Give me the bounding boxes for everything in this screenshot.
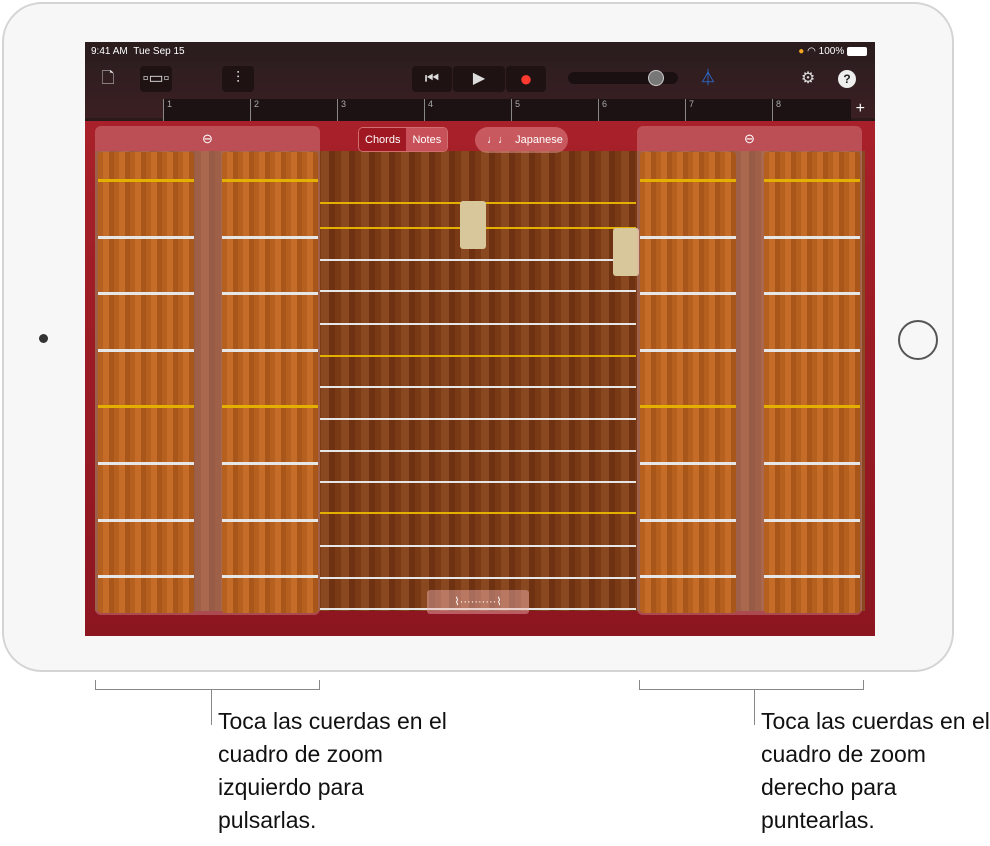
zoom-string[interactable] xyxy=(764,519,860,522)
zoom-string[interactable] xyxy=(98,575,194,578)
zoom-string[interactable] xyxy=(222,236,318,239)
zoom-string[interactable] xyxy=(764,575,860,578)
zoom-string[interactable] xyxy=(98,519,194,522)
battery-level: 100% xyxy=(818,46,845,57)
document-icon[interactable]: 🗋 xyxy=(95,66,121,92)
left-zoom-column xyxy=(98,152,194,613)
koto-bridge[interactable] xyxy=(460,201,486,249)
wifi-icon: ◠ xyxy=(807,46,816,57)
ruler-bar-6: 6 xyxy=(598,99,607,121)
ruler-bar-1: 1 xyxy=(163,99,172,121)
vibrato-control[interactable]: ⌇··········⌇ xyxy=(427,590,529,614)
ruler-bar-3: 3 xyxy=(337,99,346,121)
battery-icon xyxy=(847,46,867,56)
koto-string[interactable] xyxy=(320,545,636,547)
ruler-bar-8: 8 xyxy=(772,99,781,121)
zoom-string[interactable] xyxy=(98,236,194,239)
zoom-string[interactable] xyxy=(222,349,318,352)
settings-icon[interactable]: ⚙ xyxy=(795,66,821,92)
zoom-string[interactable] xyxy=(98,179,194,182)
zoom-string[interactable] xyxy=(222,519,318,522)
camera xyxy=(39,334,48,343)
zoom-string[interactable] xyxy=(222,292,318,295)
garageband-screen: 9:41 AM Tue Sep 15 ● ︎◠ 100% 🗋 ▫▭▫ ⫶ ⏮ ▶… xyxy=(85,42,875,636)
left-caption: Toca las cuerdas en el cuadro de zoom iz… xyxy=(218,708,447,833)
play-button[interactable]: ▶ xyxy=(453,66,505,92)
zoom-string[interactable] xyxy=(764,349,860,352)
zoom-string[interactable] xyxy=(98,292,194,295)
zoom-string[interactable] xyxy=(764,292,860,295)
right-bracket xyxy=(639,680,864,690)
right-zoom-column xyxy=(640,152,736,613)
ruler-bar-7: 7 xyxy=(685,99,694,121)
zoom-string[interactable] xyxy=(640,292,736,295)
chords-notes-toggle: Chords Notes xyxy=(358,127,449,152)
zoom-string[interactable] xyxy=(764,236,860,239)
koto-string[interactable] xyxy=(320,481,636,483)
zoom-string[interactable] xyxy=(222,405,318,408)
zoom-string[interactable] xyxy=(640,519,736,522)
zoom-string[interactable] xyxy=(764,179,860,182)
zoom-out-icon[interactable]: ⊖ xyxy=(637,131,862,147)
ruler-bar-4: 4 xyxy=(424,99,433,121)
record-button[interactable]: ● xyxy=(506,66,546,92)
volume-slider[interactable] xyxy=(568,70,678,86)
notes-icon: ♩♩ xyxy=(487,134,509,146)
zoom-string[interactable] xyxy=(640,462,736,465)
add-section-button[interactable]: + xyxy=(856,100,865,118)
zoom-string[interactable] xyxy=(222,462,318,465)
koto-string[interactable] xyxy=(320,386,636,388)
left-zoom-column xyxy=(222,152,318,613)
left-callout-line xyxy=(211,690,212,725)
zoom-string[interactable] xyxy=(640,236,736,239)
right-zoom-column xyxy=(764,152,860,613)
notes-tab[interactable]: Notes xyxy=(406,128,448,151)
chords-tab[interactable]: Chords xyxy=(359,128,407,151)
zoom-string[interactable] xyxy=(640,405,736,408)
zoom-out-icon[interactable]: ⊖ xyxy=(95,131,320,147)
status-bar: 9:41 AM Tue Sep 15 ● ︎◠ 100% xyxy=(85,42,875,62)
time: 9:41 AM xyxy=(91,46,128,57)
koto-string[interactable] xyxy=(320,290,636,292)
zoom-string[interactable] xyxy=(640,349,736,352)
zoom-string[interactable] xyxy=(98,462,194,465)
metronome-icon[interactable]: ⏃ xyxy=(695,66,721,92)
help-icon[interactable]: ? xyxy=(838,70,856,88)
zoom-string[interactable] xyxy=(640,179,736,182)
koto-string[interactable] xyxy=(320,418,636,420)
zoom-string[interactable] xyxy=(764,462,860,465)
koto-string[interactable] xyxy=(320,577,636,579)
scale-label: Japanese xyxy=(515,134,563,146)
ruler-bar-2: 2 xyxy=(250,99,259,121)
rewind-button[interactable]: ⏮ xyxy=(412,66,452,92)
zoom-string[interactable] xyxy=(640,575,736,578)
koto-string[interactable] xyxy=(320,355,636,357)
koto-string[interactable] xyxy=(320,259,636,261)
date: Tue Sep 15 xyxy=(133,46,185,57)
left-zoom-panel: ⊖ xyxy=(95,126,320,615)
zoom-string[interactable] xyxy=(222,575,318,578)
timeline-ruler[interactable]: 1 2 3 4 5 6 7 8 xyxy=(163,99,851,121)
left-bracket xyxy=(95,680,320,690)
view-button[interactable]: ▫▭▫ xyxy=(140,66,172,92)
scale-button[interactable]: ♩♩ Japanese xyxy=(475,127,568,153)
ruler-bar-5: 5 xyxy=(511,99,520,121)
zoom-string[interactable] xyxy=(222,179,318,182)
right-zoom-panel: ⊖ xyxy=(637,126,862,615)
zoom-string[interactable] xyxy=(764,405,860,408)
zoom-string[interactable] xyxy=(98,349,194,352)
right-caption: Toca las cuerdas en el cuadro de zoom de… xyxy=(761,708,990,833)
koto-bridge[interactable] xyxy=(613,228,639,276)
koto-string[interactable] xyxy=(320,450,636,452)
koto-instrument: Chords Notes ♩♩ Japanese ⌇··········⌇ ⊖ ⊖ xyxy=(85,121,875,636)
koto-string[interactable] xyxy=(320,512,636,514)
volume-knob[interactable] xyxy=(648,70,664,86)
home-button[interactable] xyxy=(898,320,938,360)
mixer-button[interactable]: ⫶ xyxy=(222,66,254,92)
koto-string[interactable] xyxy=(320,323,636,325)
right-callout-line xyxy=(754,690,755,725)
zoom-string[interactable] xyxy=(98,405,194,408)
